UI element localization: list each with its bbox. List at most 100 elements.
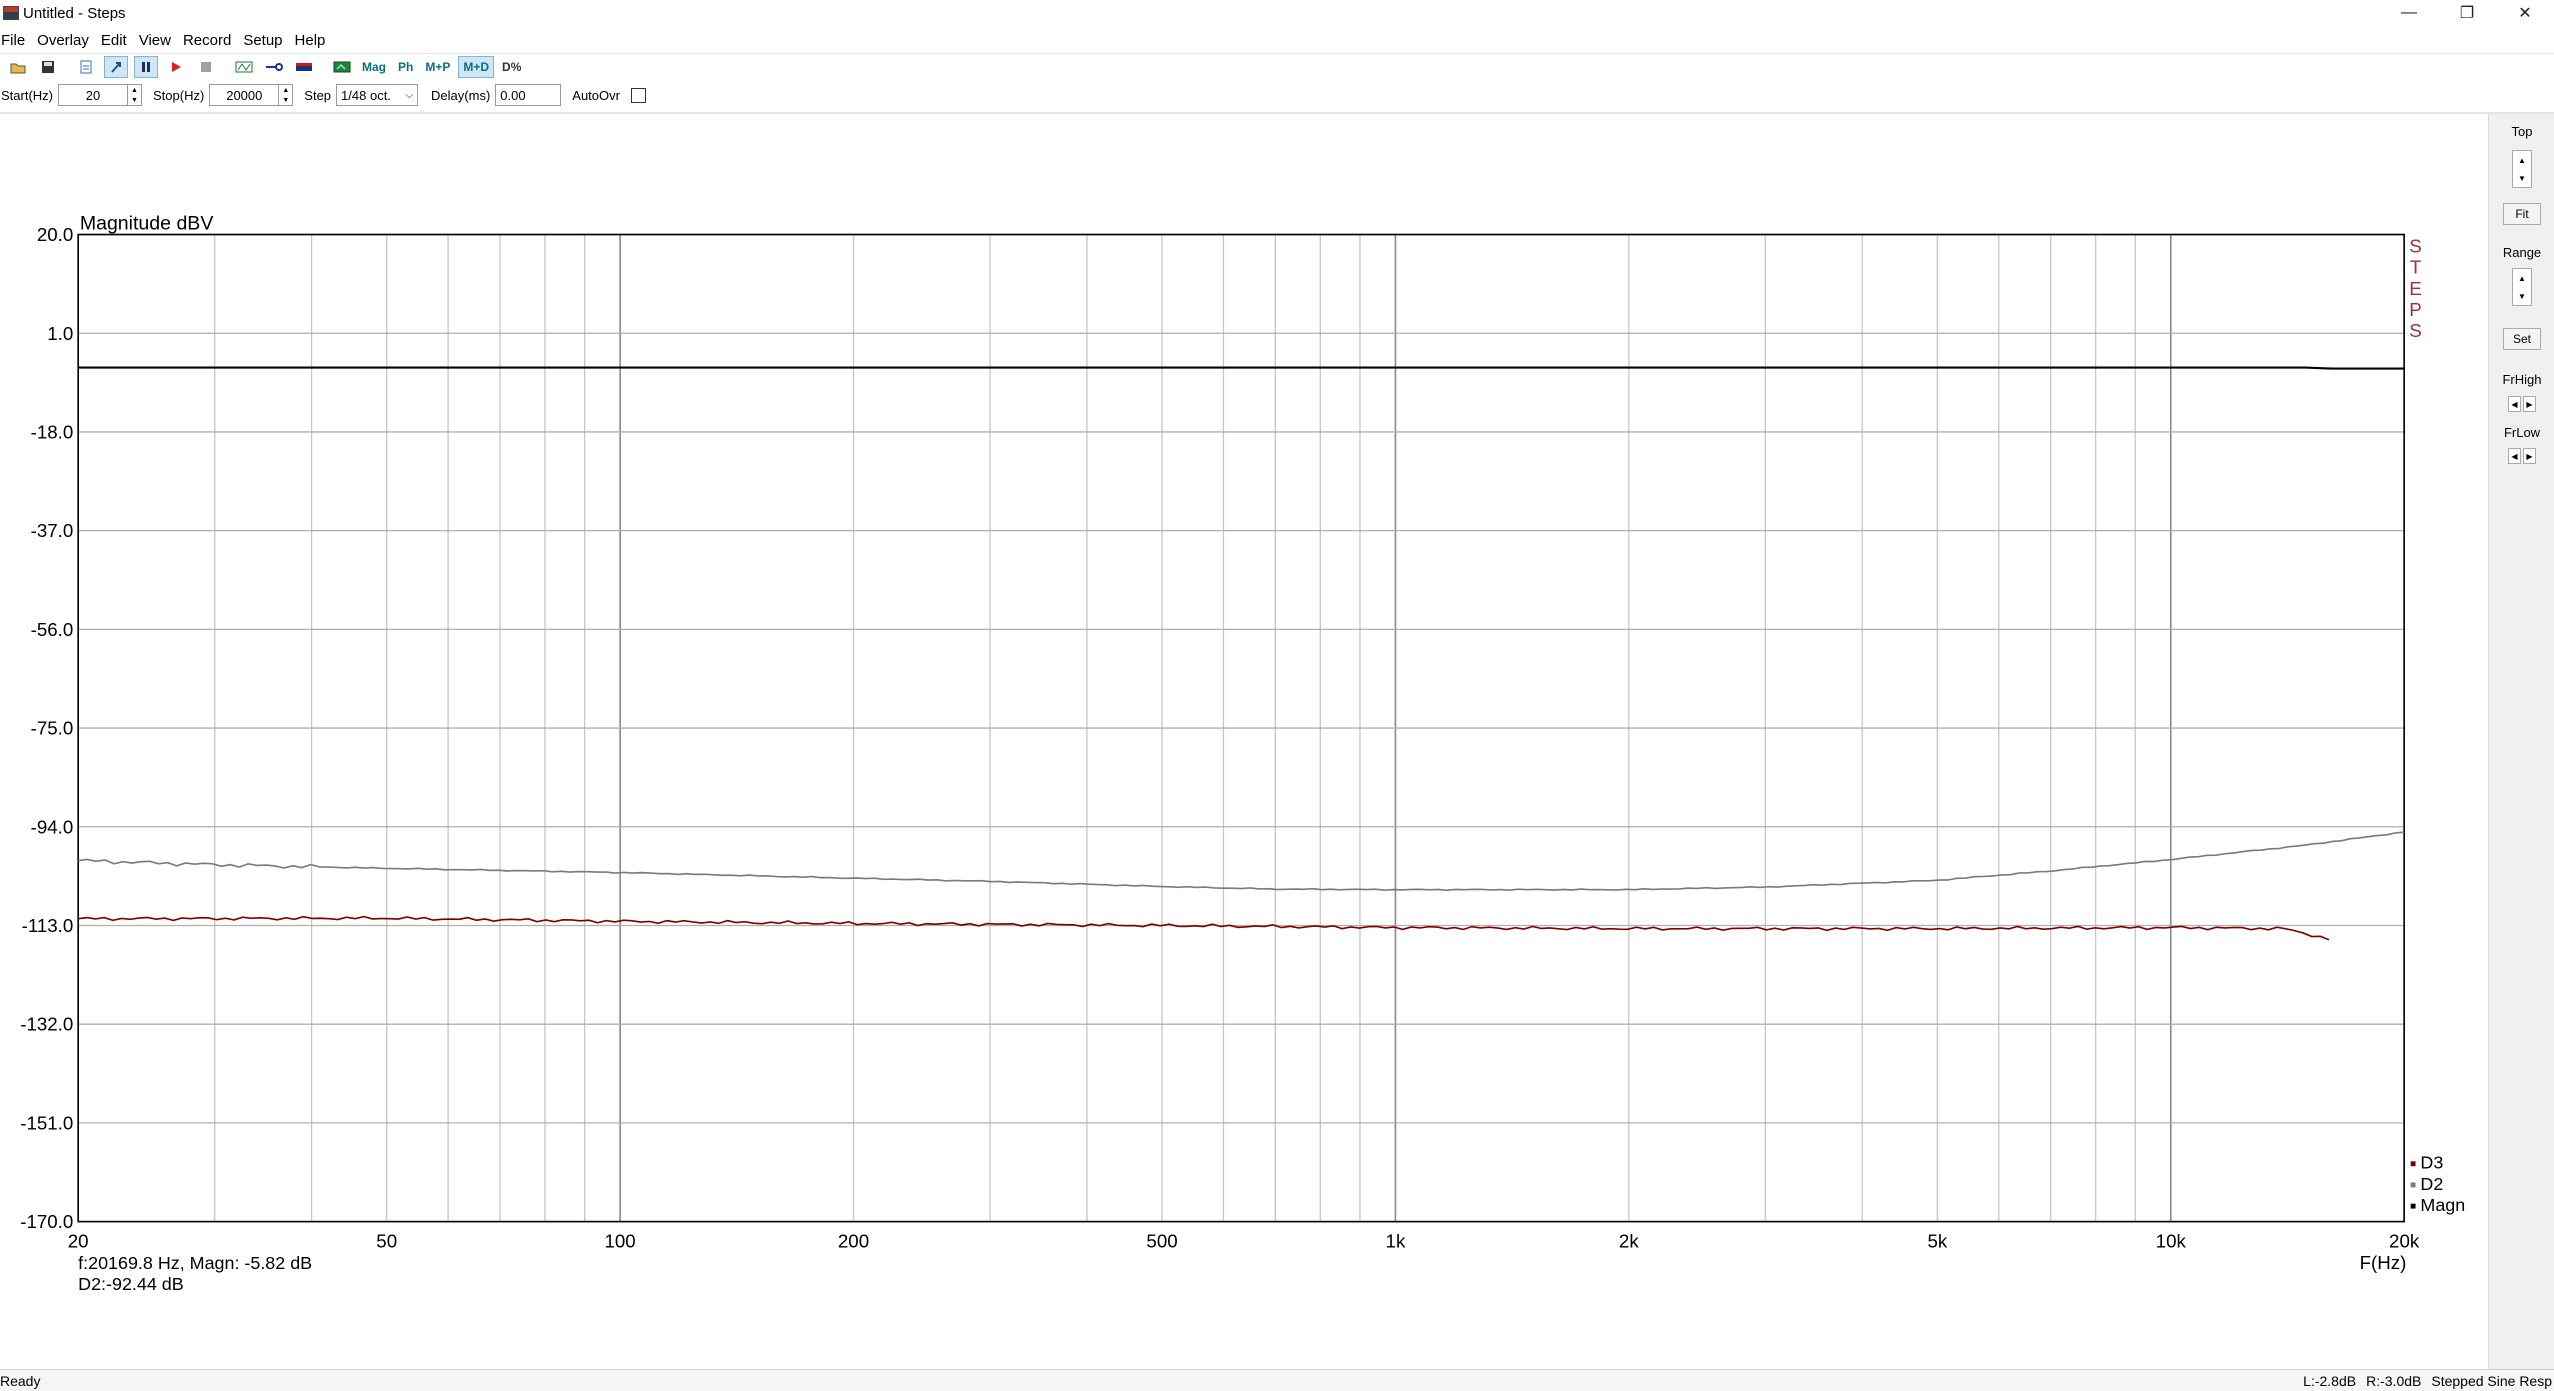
x-axis-label: F(Hz)	[2360, 1252, 2407, 1273]
app-icon	[3, 6, 19, 20]
up-arrow-icon: ▲	[282, 86, 290, 94]
down-arrow-icon: ▼	[282, 96, 290, 104]
menu-setup[interactable]: Setup	[237, 32, 288, 49]
stop-icon	[201, 61, 211, 72]
status-ready-text: Ready	[0, 1372, 41, 1389]
steps-side-label: STEPS	[2409, 235, 2422, 341]
frhigh-label: FrHigh	[2502, 372, 2542, 387]
window-title: Untitled - Steps	[23, 4, 126, 22]
left-level-readout: L:-2.8dB	[2303, 1372, 2357, 1389]
legend-swatch	[2410, 1203, 2416, 1209]
restore-button[interactable]: ❐	[2438, 0, 2496, 26]
distortion-percent-button[interactable]: D%	[498, 56, 525, 78]
range-label: Range	[2502, 245, 2542, 260]
step-label: Step	[304, 87, 332, 103]
status-bar: Ready L:-2.8dB R:-3.0dB Stepped Sine Res…	[0, 1369, 2554, 1391]
range-spinner[interactable]: ▲ ▼	[2512, 268, 2532, 306]
chart-canvas: Magnitude dBV 20.0 1.0 -18.0 -37.0 -56.0 -75.…	[20, 213, 2465, 1294]
left-arrow-button[interactable]: ◀	[2508, 396, 2521, 412]
y-tick-label: -94.0	[31, 816, 74, 837]
menu-file[interactable]: File	[0, 32, 31, 49]
delay-label: Delay(ms)	[431, 87, 491, 103]
legend-label: Magn	[2420, 1195, 2465, 1215]
x-axis-ticks: 20 50 100 200 500 1k 2k 5k 10k 20k	[68, 1231, 2420, 1252]
right-arrow-button[interactable]: ▶	[2523, 396, 2536, 412]
cursor-readout-line2: D2:-92.44 dB	[78, 1274, 184, 1294]
delay-ms-input[interactable]: 0.00	[495, 84, 562, 106]
step-select[interactable]: 1/48 oct. ⌵	[336, 84, 419, 106]
minimize-button[interactable]: —	[2380, 0, 2438, 26]
fit-button[interactable]: Fit	[2503, 203, 2541, 225]
legend-swatch	[2410, 1182, 2416, 1188]
open-button[interactable]	[6, 56, 30, 78]
stop-hz-input[interactable]: 20000	[209, 84, 280, 106]
y-tick-label: -170.0	[20, 1211, 73, 1232]
meter-button[interactable]	[330, 56, 354, 78]
close-button[interactable]: ✕	[2496, 0, 2554, 26]
start-label: Start(Hz)	[1, 87, 53, 103]
up-arrow-icon: ▲	[131, 86, 138, 94]
series-line-magn	[78, 366, 2405, 370]
menu-help[interactable]: Help	[289, 32, 332, 49]
y-axis-ticks: 20.0 1.0 -18.0 -37.0 -56.0 -75.0 -94.0 -113.0 -1…	[20, 224, 73, 1232]
menu-overlay[interactable]: Overlay	[31, 32, 95, 49]
menu-edit[interactable]: Edit	[95, 32, 133, 49]
series-line-d3	[78, 915, 2330, 941]
mag-distortion-view-button[interactable]: M+D	[458, 55, 495, 78]
pause-button[interactable]	[134, 55, 158, 78]
pause-icon	[142, 61, 150, 72]
stop-label: Stop(Hz)	[153, 87, 205, 103]
x-tick-label: 100	[604, 1231, 635, 1252]
chevron-down-icon: ⌵	[405, 89, 414, 101]
measurement-mode: Stepped Sine Resp	[2431, 1372, 2552, 1389]
y-tick-label: 1.0	[47, 323, 73, 344]
step-select-value: 1/48 oct.	[341, 87, 391, 103]
y-tick-label: -37.0	[31, 520, 74, 541]
new-overlay-button[interactable]	[74, 56, 98, 78]
mag-phase-view-button[interactable]: M+P	[421, 56, 454, 78]
menu-view[interactable]: View	[133, 32, 177, 49]
x-tick-label: 2k	[1619, 1231, 1639, 1252]
open-icon	[10, 63, 26, 73]
play-button[interactable]	[164, 56, 188, 78]
steps-letter: S	[2409, 320, 2422, 341]
y-tick-label: -151.0	[20, 1112, 73, 1133]
phase-view-button[interactable]: Ph	[394, 56, 417, 78]
play-icon	[172, 61, 181, 72]
frhigh-arrows: ◀ ▶	[2508, 396, 2536, 412]
mag-view-button[interactable]: Mag	[358, 56, 390, 78]
steps-letter: E	[2409, 278, 2422, 299]
start-hz-spinner[interactable]: ▲ ▼	[128, 84, 142, 106]
x-tick-label: 500	[1146, 1231, 1177, 1252]
autoovr-checkbox[interactable]	[630, 87, 646, 103]
generator-button[interactable]	[262, 56, 286, 78]
legend-swatch	[2410, 1161, 2416, 1167]
loop-button[interactable]	[232, 56, 256, 78]
cursor-button[interactable]	[104, 55, 128, 78]
menu-record[interactable]: Record	[177, 32, 237, 49]
stop-hz-spinner[interactable]: ▲ ▼	[279, 84, 294, 106]
save-button[interactable]	[36, 56, 60, 78]
right-arrow-button[interactable]: ▶	[2523, 448, 2536, 464]
steps-letter: S	[2409, 235, 2422, 256]
status-right: L:-2.8dB R:-3.0dB Stepped Sine Resp	[2303, 1373, 2552, 1389]
left-arrow-button[interactable]: ◀	[2508, 448, 2521, 464]
loop-icon	[235, 61, 253, 72]
cursor-readout-line1: f:20169.8 Hz, Magn: -5.82 dB	[78, 1253, 312, 1273]
stop-button[interactable]	[194, 56, 218, 78]
magnitude-chart[interactable]: Magnitude dBV 20.0 1.0 -18.0 -37.0 -56.0 -75.…	[0, 114, 2488, 1369]
y-tick-label: -56.0	[31, 619, 74, 640]
level-button[interactable]	[292, 56, 316, 78]
right-control-panel: Top ▲ ▼ Fit Range ▲ ▼ Set FrHigh ◀ ▶ FrLow …	[2488, 114, 2554, 1370]
top-spinner[interactable]: ▲ ▼	[2512, 150, 2532, 188]
start-hz-input[interactable]: 20	[58, 84, 128, 106]
x-tick-label: 200	[838, 1231, 869, 1252]
x-tick-label: 20	[68, 1231, 89, 1252]
down-arrow-icon: ▼	[2518, 291, 2526, 301]
set-button[interactable]: Set	[2503, 328, 2541, 350]
save-icon	[42, 60, 54, 73]
down-arrow-icon: ▼	[131, 96, 138, 104]
level-icon	[296, 62, 312, 71]
chart-grid	[78, 233, 2405, 1223]
y-tick-label: -18.0	[31, 421, 74, 442]
